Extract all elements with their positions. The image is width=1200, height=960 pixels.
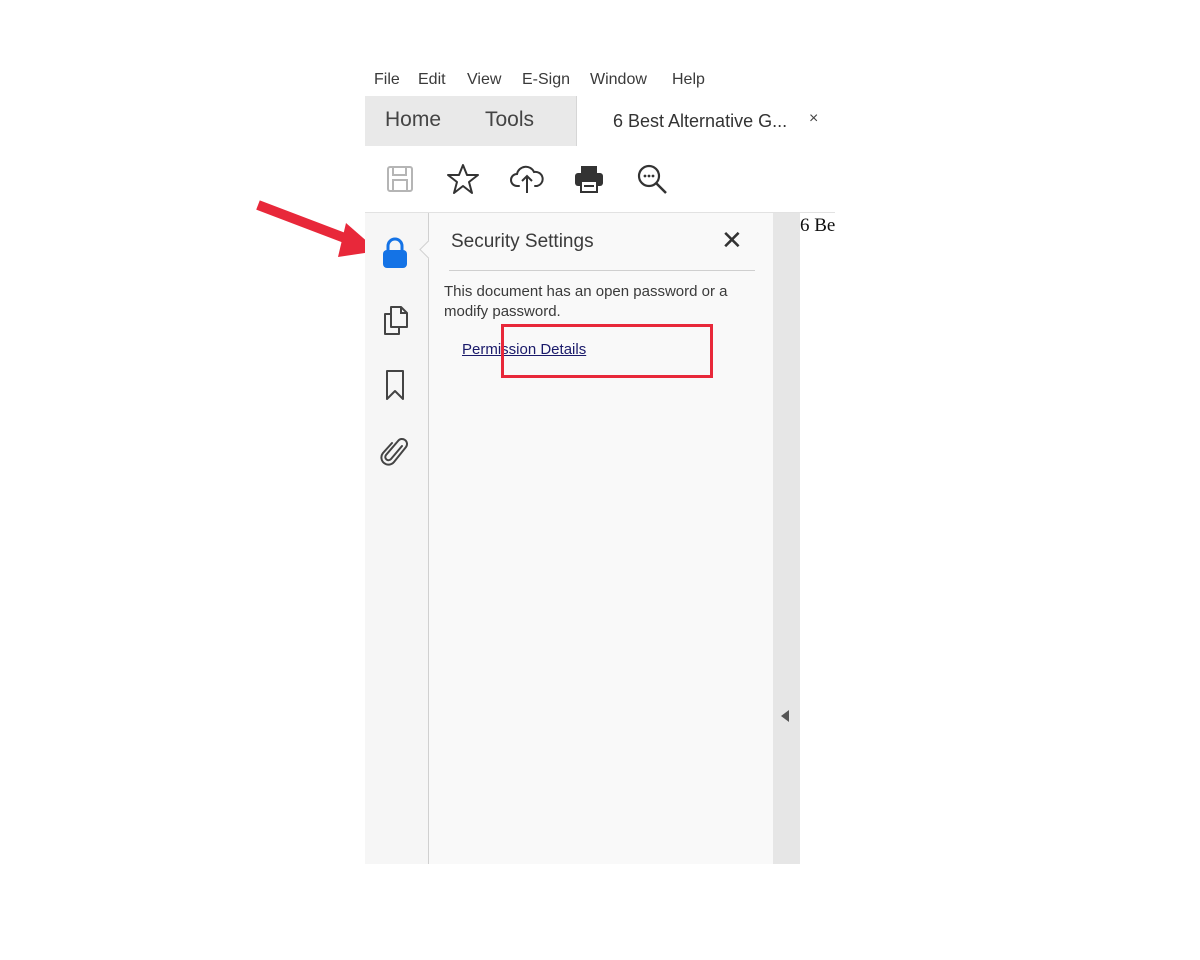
- tab-home[interactable]: Home: [385, 108, 441, 132]
- close-tab-button[interactable]: ×: [809, 110, 818, 128]
- panel-collapse-strip: [773, 213, 800, 864]
- panel-divider: [449, 270, 755, 271]
- pdf-reader-window: File Edit View E-Sign Window Help Home T…: [365, 58, 836, 864]
- menu-window[interactable]: Window: [590, 71, 647, 89]
- annotation-arrow-icon: [256, 200, 378, 257]
- menu-view[interactable]: View: [467, 71, 501, 89]
- tab-tools[interactable]: Tools: [485, 108, 534, 132]
- lock-icon[interactable]: [380, 236, 410, 270]
- bookmark-icon[interactable]: [380, 368, 410, 402]
- menu-file[interactable]: File: [374, 71, 400, 89]
- toolbar: [365, 146, 835, 213]
- document-text: 6 Be: [800, 215, 835, 236]
- collapse-panel-icon[interactable]: [781, 710, 789, 722]
- security-description: This document has an open password or a …: [444, 283, 728, 320]
- document-tab-title: 6 Best Alternative G...: [613, 111, 788, 131]
- cloud-upload-icon[interactable]: [510, 162, 544, 196]
- menu-bar: File Edit View E-Sign Window Help: [365, 66, 835, 96]
- star-icon[interactable]: [446, 162, 480, 196]
- document-view: 6 Be: [800, 213, 835, 864]
- security-settings-panel: Security Settings ✕ This document has an…: [419, 213, 773, 864]
- menu-edit[interactable]: Edit: [418, 71, 446, 89]
- tab-document[interactable]: 6 Best Alternative G... ×: [576, 96, 836, 146]
- panel-close-button[interactable]: ✕: [721, 225, 743, 256]
- search-zoom-icon[interactable]: [635, 162, 669, 196]
- navigation-rail: [365, 213, 429, 864]
- pages-icon[interactable]: [380, 303, 410, 337]
- menu-help[interactable]: Help: [672, 71, 705, 89]
- menu-esign[interactable]: E-Sign: [522, 71, 570, 89]
- save-icon[interactable]: [383, 162, 417, 196]
- panel-title: Security Settings: [451, 231, 594, 252]
- tab-bar: Home Tools 6 Best Alternative G... ×: [365, 96, 836, 146]
- annotation-highlight-box: [501, 324, 713, 378]
- print-icon[interactable]: [572, 162, 606, 196]
- attachment-icon[interactable]: [380, 435, 410, 469]
